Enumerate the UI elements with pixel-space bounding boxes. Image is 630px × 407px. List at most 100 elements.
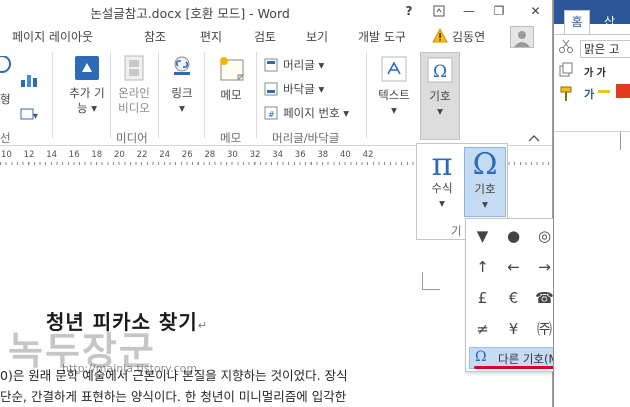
bg-tab-insert[interactable]: 삽	[604, 13, 615, 30]
pi-icon: π	[431, 145, 453, 183]
svg-text:▾: ▾	[33, 111, 38, 121]
equation-button[interactable]: π 수식 ▾	[421, 147, 463, 217]
symbol-cell[interactable]: ●	[498, 221, 529, 251]
symbol-cell[interactable]: £	[467, 283, 498, 313]
body-line-2[interactable]: 단순, 간결하게 표현하는 양식이다. 한 청년이 미니멀리즘에 입각한	[0, 386, 346, 405]
ribbon-display-options-button[interactable]	[428, 0, 450, 22]
title-bar: 논설글참고.docx [호환 모드] - Word ? — ❐ ✕	[0, 0, 552, 24]
minimize-button[interactable]: —	[458, 0, 480, 22]
tab-mailings[interactable]: 편지	[200, 28, 222, 45]
tab-developer[interactable]: 개발 도구	[358, 28, 406, 45]
symbol-cell[interactable]: ≠	[467, 314, 498, 344]
online-video-label-2: 비디오	[118, 101, 150, 115]
paragraph-mark-icon: ↵	[197, 319, 208, 332]
memo-icon	[220, 57, 245, 82]
tab-page-layout[interactable]: 페이지 레이아웃	[12, 28, 93, 45]
symbols-group-label: 기	[451, 224, 462, 238]
tab-review[interactable]: 검토	[254, 28, 276, 45]
ruler-number: 38	[317, 150, 329, 160]
svg-text:#: #	[268, 110, 275, 119]
help-button[interactable]: ?	[398, 0, 420, 22]
close-button[interactable]: ✕	[518, 0, 552, 22]
screenshot-icon[interactable]: ▾	[20, 106, 42, 125]
body-line-1[interactable]: 0)은 원래 문학 예술에서 근본이나 본질을 지향하는 것이었다. 장식	[0, 365, 348, 384]
footer-button[interactable]: 바닥글 ▾	[264, 78, 324, 97]
tab-references[interactable]: 참조	[144, 28, 166, 45]
symbol-cell[interactable]: ↑	[467, 252, 498, 282]
link-button[interactable]: 링크 ▾	[162, 54, 202, 116]
partial-left-icon	[0, 55, 14, 84]
bg-tab-home[interactable]: 홈	[564, 10, 590, 34]
ruler-number: 10	[1, 150, 12, 160]
online-video-label-1: 온라인	[118, 86, 150, 100]
link-icon	[174, 56, 190, 75]
user-avatar[interactable]	[510, 26, 534, 48]
online-video-button[interactable]: 온라인 비디오	[112, 54, 156, 116]
ribbon-tab-row: 페이지 레이아웃 참조 편지 검토 보기 개발 도구 김동연	[0, 24, 552, 48]
footer-icon	[264, 82, 278, 95]
film-icon	[124, 55, 144, 81]
ruler-number: 42	[362, 150, 374, 160]
addins-button[interactable]: 추가 기 능 ▾	[64, 54, 110, 116]
copy-icon[interactable]	[558, 62, 574, 82]
ruler-number: 26	[181, 150, 193, 160]
header-button[interactable]: 머리글 ▾	[264, 54, 324, 73]
symbol-cell[interactable]: ▼	[467, 221, 498, 251]
symbol-cell[interactable]: ¥	[498, 314, 529, 344]
memo-group-label: 메모	[220, 131, 242, 145]
symbol-dropdown-arrow-icon: ▾	[482, 197, 488, 211]
symbol-ribbon-button[interactable]: Ω 기호 ▾	[420, 52, 460, 140]
ruler-number: 22	[136, 150, 148, 160]
window-title: 논설글참고.docx [호환 모드] - Word	[90, 6, 290, 21]
store-icon	[75, 56, 99, 80]
ruler-number: 40	[340, 150, 351, 160]
equation-dropdown-icon: ▾	[439, 196, 445, 210]
user-name[interactable]: 김동연	[452, 28, 485, 45]
ruler-number: 14	[46, 150, 58, 160]
bg-margin-mark	[620, 132, 630, 152]
ruler-number: 12	[23, 150, 35, 160]
ruler-number: 18	[91, 150, 103, 160]
ruler-number: 16	[68, 150, 80, 160]
page-number-button[interactable]: # 페이지 번호 ▾	[264, 102, 349, 121]
chart-icon[interactable]	[20, 72, 38, 92]
memo-button[interactable]: 메모	[208, 54, 254, 103]
ribbon-display-icon	[433, 5, 445, 17]
footer-label: 바닥글 ▾	[283, 82, 325, 96]
text-button[interactable]: 텍스트 ▾	[372, 54, 416, 118]
bg-text-effect-button[interactable]: 가	[584, 86, 594, 102]
link-dropdown-icon: ▾	[179, 101, 185, 115]
ruler-number: 34	[272, 150, 284, 160]
bg-highlight-icon	[598, 90, 610, 93]
ruler-number: 32	[249, 150, 261, 160]
warning-icon	[432, 27, 448, 47]
symbol-cell[interactable]: ←	[498, 252, 529, 282]
symbol-label: 기호	[474, 182, 496, 196]
addins-label-1: 추가 기	[69, 86, 105, 100]
partial-group-label: 선	[0, 131, 11, 145]
svg-text:Ω: Ω	[433, 62, 447, 82]
symbol-button[interactable]: Ω 기호 ▾	[464, 147, 506, 217]
text-label: 텍스트	[378, 88, 410, 102]
ribbon: 형 선 ▾ 추가 기 능 ▾ 온라인 비디오 미디어 링크 ▾ 메모 메모 머리…	[0, 48, 552, 147]
format-painter-icon[interactable]	[558, 86, 574, 106]
bg-font-color-icon[interactable]	[616, 84, 630, 98]
margin-corner-mark	[422, 272, 440, 290]
header-icon	[264, 58, 278, 71]
ruler-number: 30	[227, 150, 238, 160]
addins-label-2: 능 ▾	[76, 101, 97, 115]
bg-document[interactable]	[554, 150, 630, 407]
symbol-cell[interactable]: €	[498, 283, 529, 313]
background-word-window: 홈 삽 맑은 고 가 가 가	[553, 0, 630, 407]
text-box-icon	[381, 56, 407, 82]
bg-font-size-buttons[interactable]: 가 가	[584, 64, 606, 79]
ruler-number: 28	[204, 150, 216, 160]
bg-font-name-box[interactable]: 맑은 고	[580, 40, 630, 58]
ruler-number: 36	[294, 150, 306, 160]
text-dropdown-icon: ▾	[391, 103, 397, 117]
omega-large-icon: Ω	[472, 147, 498, 182]
scissors-icon[interactable]	[558, 38, 574, 58]
tab-view[interactable]: 보기	[306, 28, 328, 45]
collapse-ribbon-icon[interactable]	[528, 128, 540, 147]
restore-button[interactable]: ❐	[488, 0, 510, 22]
